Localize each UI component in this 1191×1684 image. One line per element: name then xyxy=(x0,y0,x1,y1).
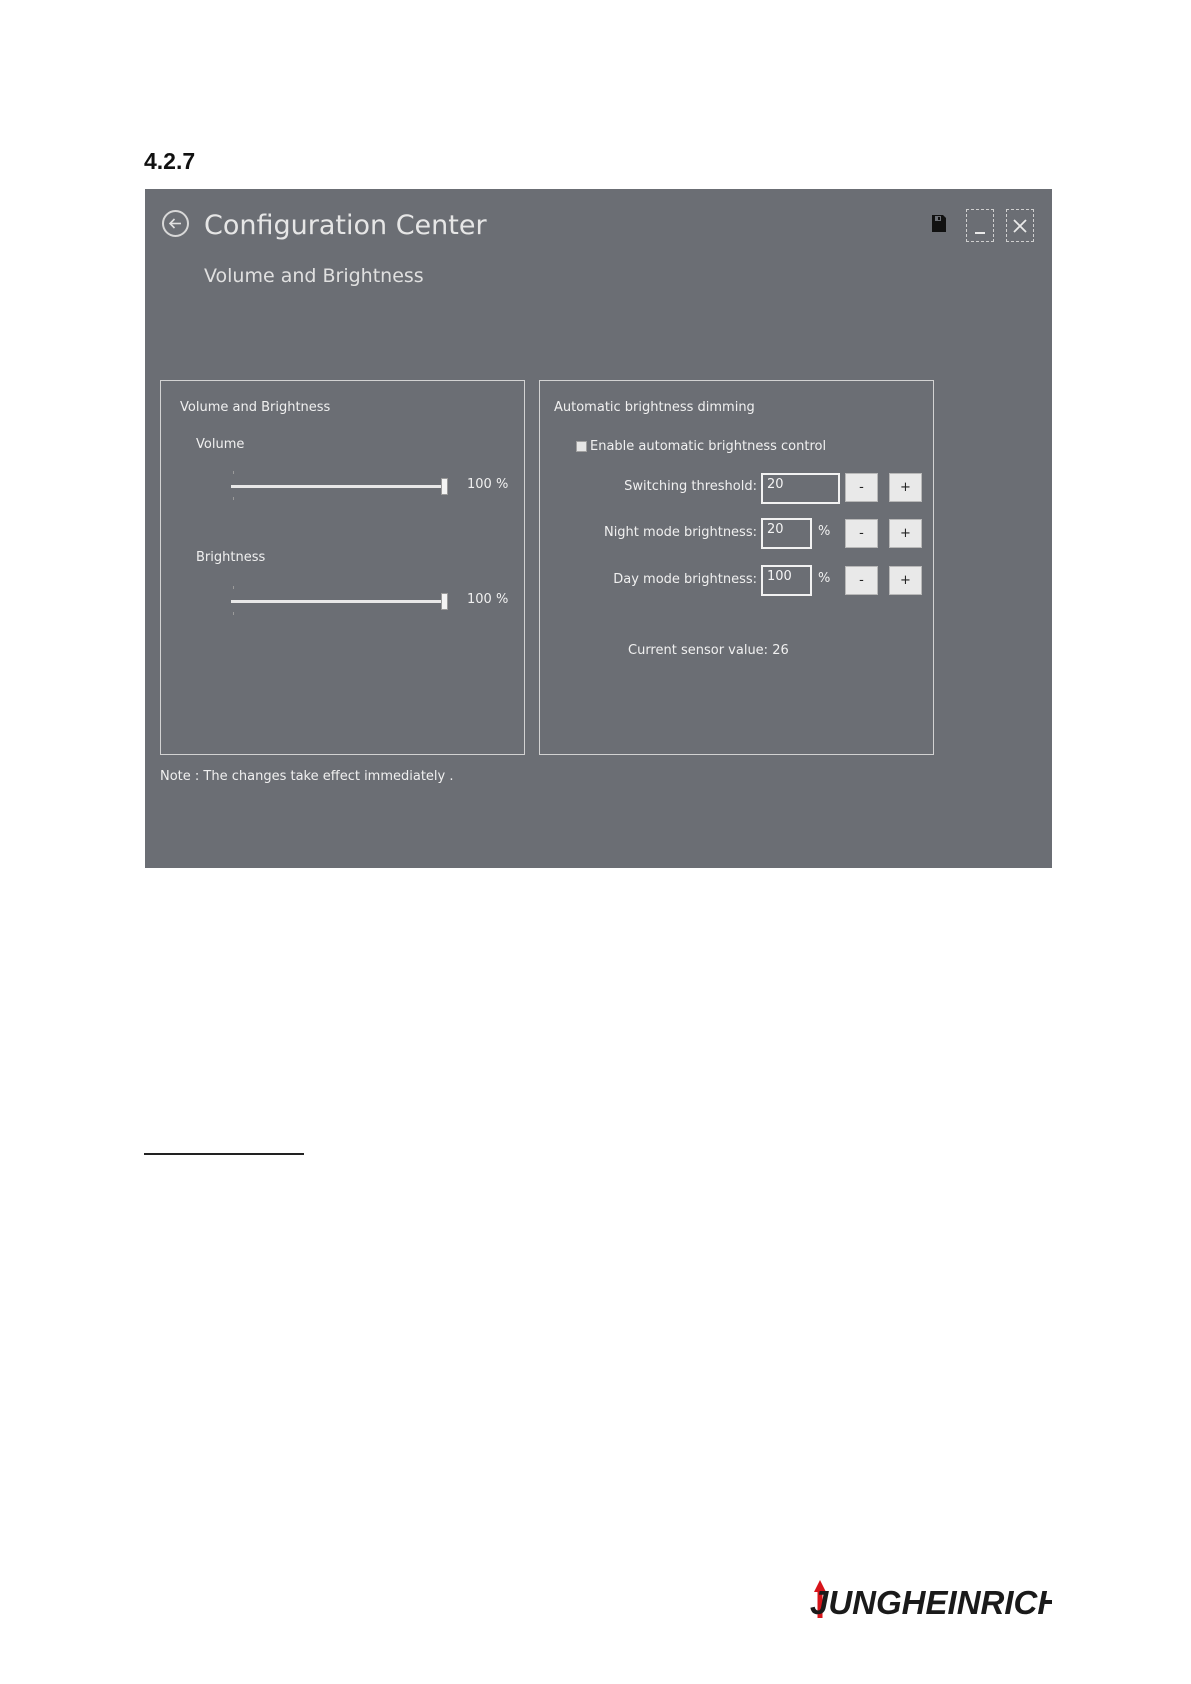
switching-threshold-decrease-button[interactable]: - xyxy=(845,473,878,502)
panel-title: Automatic brightness dimming xyxy=(554,400,755,415)
slider-tick xyxy=(233,612,234,615)
svg-text:JUNGHEINRICH: JUNGHEINRICH xyxy=(810,1584,1052,1621)
note-text: Note : The changes take effect immediate… xyxy=(160,769,454,784)
slider-track xyxy=(231,485,444,488)
slider-track xyxy=(231,600,444,603)
jungheinrich-logo: JUNGHEINRICH xyxy=(810,1580,1052,1621)
day-mode-decrease-button[interactable]: - xyxy=(845,566,878,595)
page-subtitle: Volume and Brightness xyxy=(204,265,424,287)
day-mode-label: Day mode brightness: xyxy=(613,572,757,587)
night-mode-label: Night mode brightness: xyxy=(603,525,757,540)
brightness-value: 100 % xyxy=(467,592,509,607)
switching-threshold-increase-button[interactable]: + xyxy=(889,473,922,502)
night-mode-increase-button[interactable]: + xyxy=(889,519,922,548)
switching-threshold-input[interactable]: 20 xyxy=(761,473,840,504)
volume-brightness-panel: Volume and Brightness Volume 100 % Brigh… xyxy=(160,380,525,755)
volume-slider-thumb[interactable] xyxy=(441,478,448,495)
slider-tick xyxy=(233,497,234,500)
volume-label: Volume xyxy=(196,437,245,452)
sensor-value-text: Current sensor value: 26 xyxy=(628,643,789,658)
night-mode-input[interactable]: 20 xyxy=(761,518,812,549)
panel-title: Volume and Brightness xyxy=(180,400,331,415)
auto-dimming-panel: Automatic brightness dimming Enable auto… xyxy=(539,380,934,755)
minimize-button[interactable] xyxy=(966,209,994,242)
auto-brightness-checkbox[interactable] xyxy=(576,441,587,452)
night-mode-unit: % xyxy=(818,524,831,539)
switching-threshold-label: Switching threshold: xyxy=(624,479,757,494)
day-mode-unit: % xyxy=(818,571,831,586)
day-mode-increase-button[interactable]: + xyxy=(889,566,922,595)
volume-value: 100 % xyxy=(467,477,509,492)
configuration-center-window: Configuration Center Volume and Brightne… xyxy=(145,189,1052,868)
back-button[interactable] xyxy=(162,210,189,237)
footnote-separator xyxy=(144,1153,304,1155)
brightness-label: Brightness xyxy=(196,550,266,565)
floppy-disk-icon[interactable] xyxy=(931,214,947,233)
slider-tick xyxy=(233,471,234,474)
back-arrow-circle-icon xyxy=(168,218,181,229)
close-icon xyxy=(1013,219,1027,233)
day-mode-input[interactable]: 100 xyxy=(761,565,812,596)
close-button[interactable] xyxy=(1006,209,1034,242)
slider-tick xyxy=(233,586,234,589)
night-mode-decrease-button[interactable]: - xyxy=(845,519,878,548)
app-title: Configuration Center xyxy=(204,210,487,241)
brightness-slider-thumb[interactable] xyxy=(441,593,448,610)
auto-brightness-label: Enable automatic brightness control xyxy=(590,439,827,454)
section-number: 4.2.7 xyxy=(144,148,196,174)
minimize-icon xyxy=(975,232,985,234)
